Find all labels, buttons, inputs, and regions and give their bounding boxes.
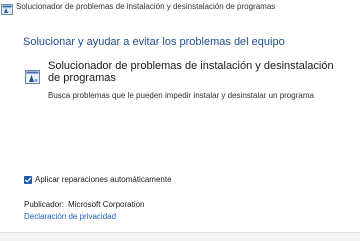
page-heading: Solucionar y ayudar a evitar los problem…: [23, 36, 285, 48]
troubleshooter-option[interactable]: Solucionador de problemas de instalación…: [22, 60, 342, 106]
program-install-icon: [25, 70, 40, 84]
auto-repair-row[interactable]: Aplicar reparaciones automáticamente: [24, 175, 172, 184]
option-title: Solucionador de problemas de instalación…: [48, 60, 334, 84]
auto-repair-label: Aplicar reparaciones automáticamente: [35, 175, 172, 184]
publisher-label: Publicador:: [24, 200, 65, 209]
auto-repair-checkbox[interactable]: [24, 175, 32, 184]
publisher-value: Microsoft Corporation: [68, 200, 145, 209]
troubleshooter-app-icon: [1, 2, 13, 15]
privacy-statement-link[interactable]: Declaración de privacidad: [24, 212, 116, 221]
publisher-info: Publicador: Microsoft Corporation: [24, 200, 145, 209]
window-title: Solucionador de problemas de instalación…: [16, 2, 276, 11]
checkmark-icon: [24, 177, 32, 182]
title-bar: Solucionador de problemas de instalación…: [0, 0, 360, 16]
option-description: Busca problemas que le pueden impedir in…: [48, 91, 314, 100]
